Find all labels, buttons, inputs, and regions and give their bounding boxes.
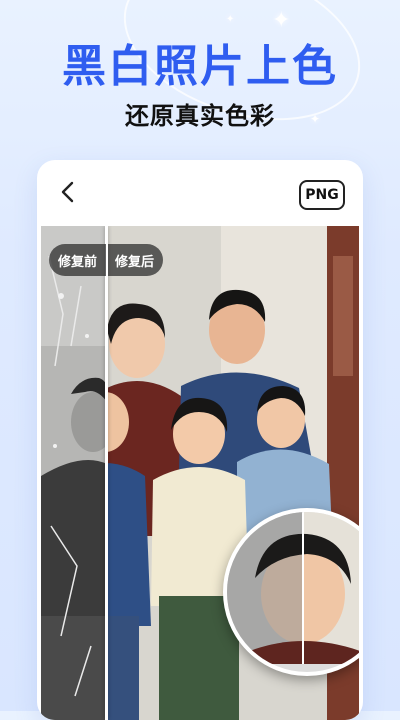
before-label: 修复前 (57, 254, 97, 270)
photo-comparison[interactable]: 修复前 修复后 (41, 226, 359, 720)
label-divider (106, 244, 108, 276)
after-label: 修复后 (114, 254, 154, 270)
zoom-magnifier (223, 508, 359, 676)
editor-toolbar: PNG (37, 160, 363, 226)
page-title: 黑白照片上色 (62, 41, 338, 92)
back-button[interactable] (55, 178, 79, 206)
sparkle-icon: ✦ (226, 14, 235, 25)
png-export-button[interactable]: PNG (299, 180, 345, 210)
original-bw-photo (41, 226, 107, 720)
png-label: PNG (305, 187, 339, 203)
comparison-divider-handle[interactable] (105, 226, 108, 720)
chevron-left-icon (61, 181, 74, 203)
zoomed-face (227, 512, 359, 664)
page-subtitle: 还原真实色彩 (125, 102, 275, 130)
editor-card: PNG 修复前 修复后 (37, 160, 363, 720)
before-after-labels: 修复前 修复后 (49, 244, 163, 276)
